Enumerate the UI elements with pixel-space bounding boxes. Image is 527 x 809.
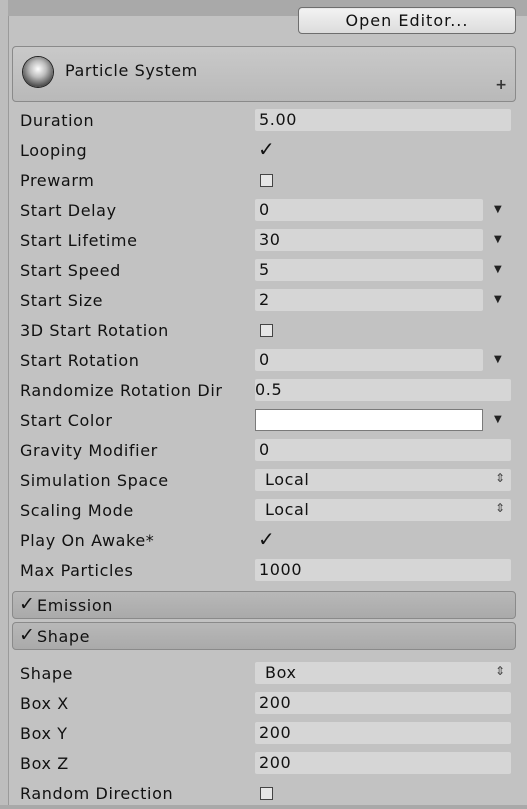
random-direction-checkbox[interactable] bbox=[260, 787, 273, 800]
start-delay-label: Start Delay bbox=[20, 201, 117, 220]
row-start-rotation: Start Rotation 0 ▼ bbox=[18, 346, 516, 376]
row-looping: Looping ✓ bbox=[18, 136, 516, 166]
emission-module-title: Emission bbox=[37, 596, 113, 615]
duration-field[interactable]: 5.00 bbox=[255, 109, 511, 131]
start-delay-dropdown-icon[interactable]: ▼ bbox=[494, 204, 502, 215]
scaling-mode-select[interactable]: Local ⇕ bbox=[255, 499, 511, 521]
3d-start-rotation-checkbox[interactable] bbox=[260, 324, 273, 337]
row-box-x: Box X 200 bbox=[18, 689, 516, 719]
row-box-z: Box Z 200 bbox=[18, 749, 516, 779]
start-speed-dropdown-icon[interactable]: ▼ bbox=[494, 264, 502, 275]
looping-checkbox[interactable]: ✓ bbox=[258, 137, 275, 161]
gravity-modifier-value: 0 bbox=[259, 440, 270, 459]
max-particles-label: Max Particles bbox=[20, 561, 134, 580]
row-shape: Shape Box ⇕ bbox=[18, 659, 516, 689]
max-particles-field[interactable]: 1000 bbox=[255, 559, 511, 581]
add-icon[interactable]: + bbox=[495, 77, 507, 93]
row-scaling-mode: Scaling Mode Local ⇕ bbox=[18, 496, 516, 526]
shape-module-header[interactable]: ✓ Shape bbox=[12, 622, 516, 650]
box-x-field[interactable]: 200 bbox=[255, 692, 511, 714]
box-x-label: Box X bbox=[20, 694, 69, 713]
randomize-rotation-field[interactable]: 0.5 bbox=[255, 379, 511, 401]
start-size-dropdown-icon[interactable]: ▼ bbox=[494, 294, 502, 305]
start-speed-field[interactable]: 5 bbox=[255, 259, 483, 281]
gravity-modifier-field[interactable]: 0 bbox=[255, 439, 511, 461]
emission-check-icon[interactable]: ✓ bbox=[19, 593, 35, 615]
gravity-modifier-label: Gravity Modifier bbox=[20, 441, 158, 460]
row-start-lifetime: Start Lifetime 30 ▼ bbox=[18, 226, 516, 256]
open-editor-button[interactable]: Open Editor... bbox=[298, 7, 516, 34]
row-3d-start-rotation: 3D Start Rotation bbox=[18, 316, 516, 346]
scaling-mode-value: Local bbox=[265, 500, 310, 519]
row-start-delay: Start Delay 0 ▼ bbox=[18, 196, 516, 226]
start-lifetime-label: Start Lifetime bbox=[20, 231, 138, 250]
row-randomize-rotation: Randomize Rotation Dir 0.5 bbox=[18, 376, 516, 406]
shape-value: Box bbox=[265, 663, 297, 682]
start-size-label: Start Size bbox=[20, 291, 104, 310]
box-z-value: 200 bbox=[259, 753, 292, 772]
row-gravity-modifier: Gravity Modifier 0 bbox=[18, 436, 516, 466]
particle-system-header[interactable]: Particle System + bbox=[12, 46, 516, 102]
start-rotation-label: Start Rotation bbox=[20, 351, 140, 370]
play-on-awake-label: Play On Awake* bbox=[20, 531, 155, 550]
start-rotation-value: 0 bbox=[259, 350, 270, 369]
duration-value: 5.00 bbox=[259, 110, 298, 129]
row-simulation-space: Simulation Space Local ⇕ bbox=[18, 466, 516, 496]
simulation-space-select[interactable]: Local ⇕ bbox=[255, 469, 511, 491]
row-max-particles: Max Particles 1000 bbox=[18, 556, 516, 586]
start-size-field[interactable]: 2 bbox=[255, 289, 483, 311]
shape-module-title: Shape bbox=[37, 627, 91, 646]
start-size-value: 2 bbox=[259, 290, 270, 309]
start-rotation-dropdown-icon[interactable]: ▼ bbox=[494, 354, 502, 365]
box-y-label: Box Y bbox=[20, 724, 68, 743]
emission-module-header[interactable]: ✓ Emission bbox=[12, 591, 516, 619]
box-y-value: 200 bbox=[259, 723, 292, 742]
start-color-label: Start Color bbox=[20, 411, 113, 430]
start-rotation-field[interactable]: 0 bbox=[255, 349, 483, 371]
start-lifetime-dropdown-icon[interactable]: ▼ bbox=[494, 234, 502, 245]
play-on-awake-checkbox[interactable]: ✓ bbox=[258, 527, 275, 551]
3d-start-rotation-label: 3D Start Rotation bbox=[20, 321, 169, 340]
row-duration: Duration 5.00 bbox=[18, 106, 516, 136]
box-z-label: Box Z bbox=[20, 754, 69, 773]
randomize-rotation-value: 0.5 bbox=[255, 380, 283, 399]
row-start-speed: Start Speed 5 ▼ bbox=[18, 256, 516, 286]
row-start-color: Start Color ▼ bbox=[18, 406, 516, 436]
row-prewarm: Prewarm bbox=[18, 166, 516, 196]
shape-select[interactable]: Box ⇕ bbox=[255, 662, 511, 684]
start-speed-label: Start Speed bbox=[20, 261, 121, 280]
left-strip bbox=[0, 0, 8, 805]
start-delay-field[interactable]: 0 bbox=[255, 199, 483, 221]
max-particles-value: 1000 bbox=[259, 560, 303, 579]
start-color-swatch[interactable] bbox=[255, 409, 483, 431]
simulation-space-value: Local bbox=[265, 470, 310, 489]
shape-label: Shape bbox=[20, 664, 74, 683]
prewarm-label: Prewarm bbox=[20, 171, 95, 190]
box-x-value: 200 bbox=[259, 693, 292, 712]
duration-label: Duration bbox=[20, 111, 95, 130]
shape-updown-icon: ⇕ bbox=[495, 664, 506, 678]
scaling-mode-updown-icon: ⇕ bbox=[495, 501, 506, 515]
start-delay-value: 0 bbox=[259, 200, 270, 219]
start-speed-value: 5 bbox=[259, 260, 270, 279]
scaling-mode-label: Scaling Mode bbox=[20, 501, 134, 520]
shape-check-icon[interactable]: ✓ bbox=[19, 624, 35, 646]
row-box-y: Box Y 200 bbox=[18, 719, 516, 749]
box-z-field[interactable]: 200 bbox=[255, 752, 511, 774]
row-start-size: Start Size 2 ▼ bbox=[18, 286, 516, 316]
box-y-field[interactable]: 200 bbox=[255, 722, 511, 744]
row-play-on-awake: Play On Awake* ✓ bbox=[18, 526, 516, 556]
start-color-dropdown-icon[interactable]: ▼ bbox=[494, 414, 502, 425]
looping-label: Looping bbox=[20, 141, 88, 160]
start-lifetime-value: 30 bbox=[259, 230, 281, 249]
particle-system-icon bbox=[23, 57, 53, 87]
random-direction-label: Random Direction bbox=[20, 784, 174, 803]
start-lifetime-field[interactable]: 30 bbox=[255, 229, 483, 251]
prewarm-checkbox[interactable] bbox=[260, 174, 273, 187]
simulation-space-updown-icon: ⇕ bbox=[495, 471, 506, 485]
particle-system-title: Particle System bbox=[65, 61, 198, 80]
simulation-space-label: Simulation Space bbox=[20, 471, 169, 490]
randomize-rotation-label: Randomize Rotation Dir bbox=[20, 381, 223, 400]
